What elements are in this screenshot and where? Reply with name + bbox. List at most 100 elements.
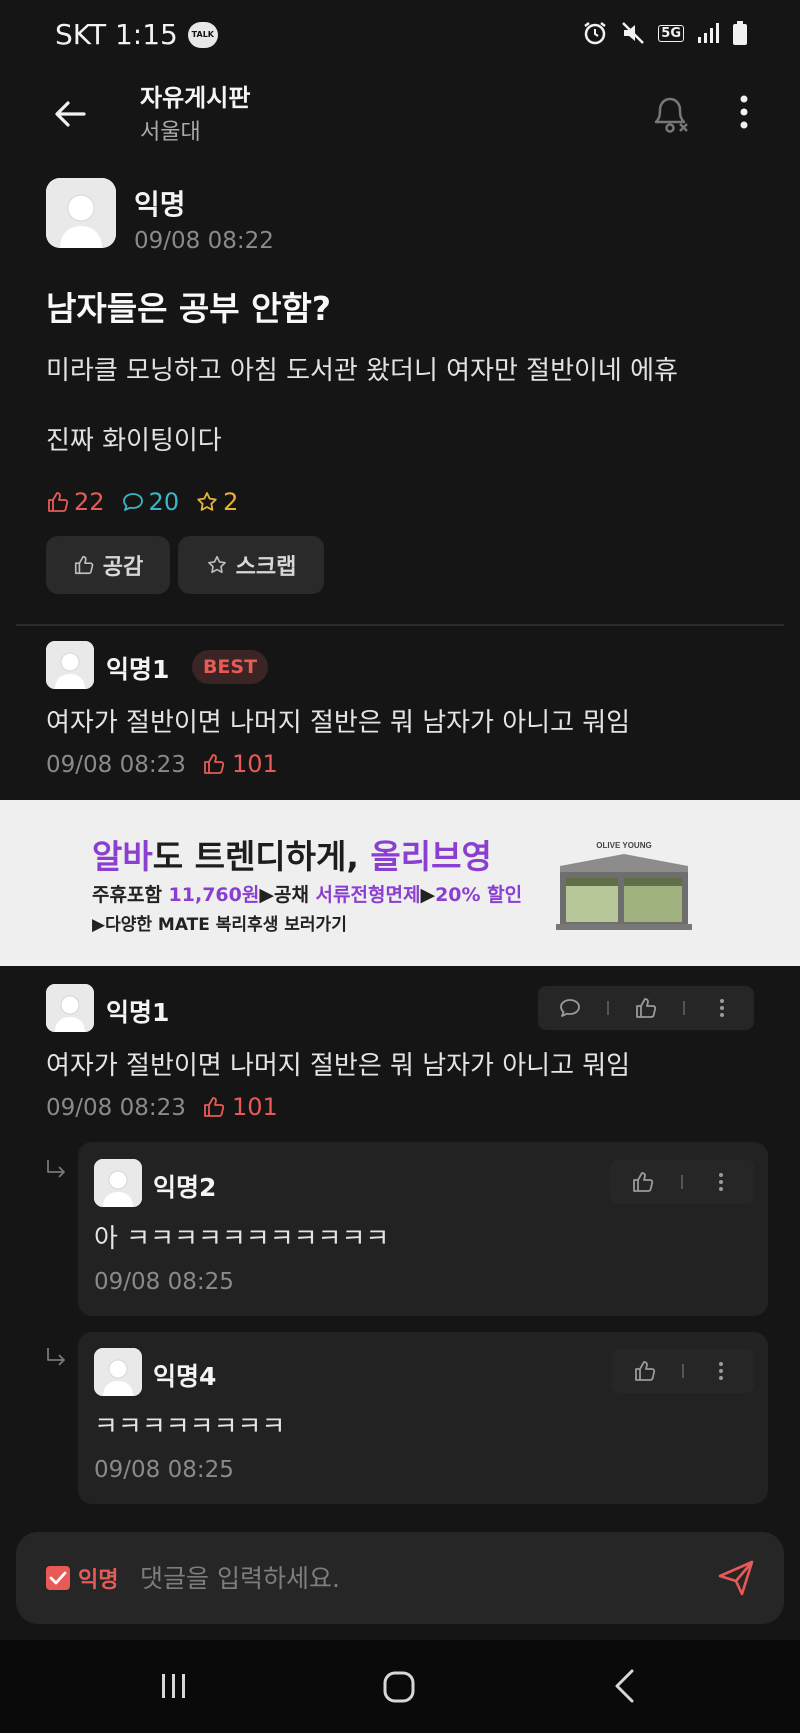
signal-icon (698, 23, 719, 43)
thumbs-up-icon (74, 555, 94, 575)
ad-detail-highlight: 서류전형면제 (315, 884, 421, 906)
post-title: 남자들은 공부 안함? (46, 289, 332, 328)
battery-icon (733, 21, 747, 45)
best-badge: BEST (192, 650, 268, 684)
scrap-count-value: 2 (223, 488, 239, 516)
ad-detail-highlight: 11,760원 (168, 884, 260, 906)
like-count: 22 (46, 488, 105, 516)
scrap-button-label: 스크랩 (235, 555, 297, 580)
separator (681, 1175, 683, 1189)
checkmark-icon (49, 1571, 67, 1585)
avatar-icon (46, 641, 94, 689)
recent-apps-icon[interactable] (158, 1670, 190, 1702)
more-options-icon[interactable] (709, 1359, 733, 1383)
comment-avatar (46, 984, 94, 1032)
reply-author: 익명2 (153, 1173, 217, 1202)
status-right: 5G (582, 20, 748, 46)
like-count-value: 22 (74, 488, 105, 516)
ad-detail-text: ▶공채 (259, 884, 316, 906)
best-comment-time: 09/08 08:23 (46, 752, 186, 778)
ad-details: 주휴포함 11,760원▶공채 서류전형면제▶20% 할인 (92, 880, 522, 907)
mute-icon (622, 22, 645, 44)
thumbs-up-icon[interactable] (631, 1170, 655, 1194)
scrap-count: 2 (195, 488, 238, 516)
kakaotalk-icon: TALK (187, 21, 218, 48)
reply-text: 아 ㅋㅋㅋㅋㅋㅋㅋㅋㅋㅋㅋ (94, 1224, 390, 1254)
reply-avatar (94, 1348, 142, 1396)
reply-icon[interactable] (558, 996, 582, 1020)
star-icon (207, 555, 226, 574)
send-icon[interactable] (716, 1558, 756, 1598)
comment-count-value: 20 (148, 488, 180, 516)
comment-input[interactable] (140, 1554, 700, 1602)
ad-cta: ▶다양한 MATE 복리후생 보러가기 (92, 915, 347, 935)
avatar-icon (94, 1159, 142, 1207)
home-icon[interactable] (382, 1670, 416, 1704)
status-bar: SKT 1:15 TALK 5G (0, 0, 800, 74)
reply-author: 익명4 (153, 1362, 217, 1391)
ad-headline-brand: 올리브영 (370, 837, 492, 876)
reply-time: 09/08 08:25 (94, 1457, 234, 1483)
best-comment-author: 익명1 (106, 655, 170, 684)
comment-bubble-icon (122, 493, 143, 511)
ad-headline: 알바도 트렌디하게, 올리브영 (92, 830, 492, 878)
reply-avatar (94, 1159, 142, 1207)
avatar-icon (46, 984, 94, 1032)
ad-detail-highlight: 20% 할인 (435, 884, 523, 906)
separator (681, 1364, 684, 1378)
thumbs-up-icon[interactable] (634, 996, 658, 1020)
back-arrow-icon[interactable] (50, 94, 90, 134)
reply-time: 09/08 08:25 (94, 1269, 234, 1295)
like-button-label: 공감 (102, 555, 144, 580)
ad-headline-highlight: 알바 (92, 837, 153, 876)
best-comment-text: 여자가 절반이면 나머지 절반은 뭐 남자가 아니고 뭐임 (46, 708, 631, 738)
post-author-avatar (46, 178, 116, 248)
comment-like-count: 101 (232, 1093, 278, 1121)
anonymous-checkbox[interactable] (46, 1566, 70, 1590)
best-comment-likes: 101 (202, 750, 278, 778)
avatar-icon (94, 1348, 142, 1396)
divider (16, 624, 784, 626)
separator (607, 1001, 610, 1015)
reply-arrow-icon (47, 1160, 65, 1178)
scrap-button[interactable]: 스크랩 (178, 536, 324, 594)
reply-arrow-icon (47, 1348, 65, 1366)
reply-actions (610, 1160, 754, 1204)
post-author: 익명 (134, 188, 186, 221)
post-timestamp: 09/08 08:22 (134, 228, 274, 254)
ad-detail-text: ▶ (420, 884, 436, 906)
post-body-line: 진짜 화이팅이다 (46, 426, 222, 456)
like-button[interactable]: 공감 (46, 536, 170, 594)
system-nav-bar (0, 1640, 800, 1733)
comment-avatar (46, 641, 94, 689)
separator (682, 1001, 685, 1015)
comment-actions (538, 986, 754, 1030)
store-image: OLIVE YOUNG (552, 836, 696, 936)
ad-headline-text: 도 트렌디하게, (152, 837, 371, 876)
thumbs-up-icon (204, 754, 225, 774)
alarm-icon (584, 22, 607, 45)
comment-author: 익명1 (106, 998, 170, 1027)
more-options-icon[interactable] (710, 996, 734, 1020)
star-icon (197, 492, 217, 511)
network-5g-icon: 5G (658, 24, 684, 42)
store-sign: OLIVE YOUNG (596, 841, 651, 850)
comment-text: 여자가 절반이면 나머지 절반은 뭐 남자가 아니고 뭐임 (46, 1051, 631, 1081)
nav-back-icon[interactable] (612, 1668, 636, 1704)
app-header: 자유게시판 서울대 (0, 74, 800, 174)
ad-detail-text: 주휴포함 (92, 884, 169, 906)
reply-text: ㅋㅋㅋㅋㅋㅋㅋㅋ (94, 1412, 286, 1442)
avatar-icon (46, 178, 116, 248)
more-options-icon[interactable] (709, 1170, 733, 1194)
board-subtitle: 서울대 (140, 120, 201, 145)
reply-actions (612, 1349, 754, 1393)
notification-off-icon[interactable] (648, 88, 692, 136)
anonymous-label: 익명 (78, 1568, 119, 1593)
more-options-icon[interactable] (733, 92, 755, 132)
thumbs-up-icon[interactable] (633, 1359, 657, 1383)
comment-input-bar: 익명 (16, 1532, 784, 1624)
thumbs-up-icon (204, 1097, 225, 1117)
thumbs-up-icon (48, 492, 69, 512)
carrier-time: SKT 1:15 (55, 18, 178, 51)
board-title: 자유게시판 (140, 84, 251, 112)
